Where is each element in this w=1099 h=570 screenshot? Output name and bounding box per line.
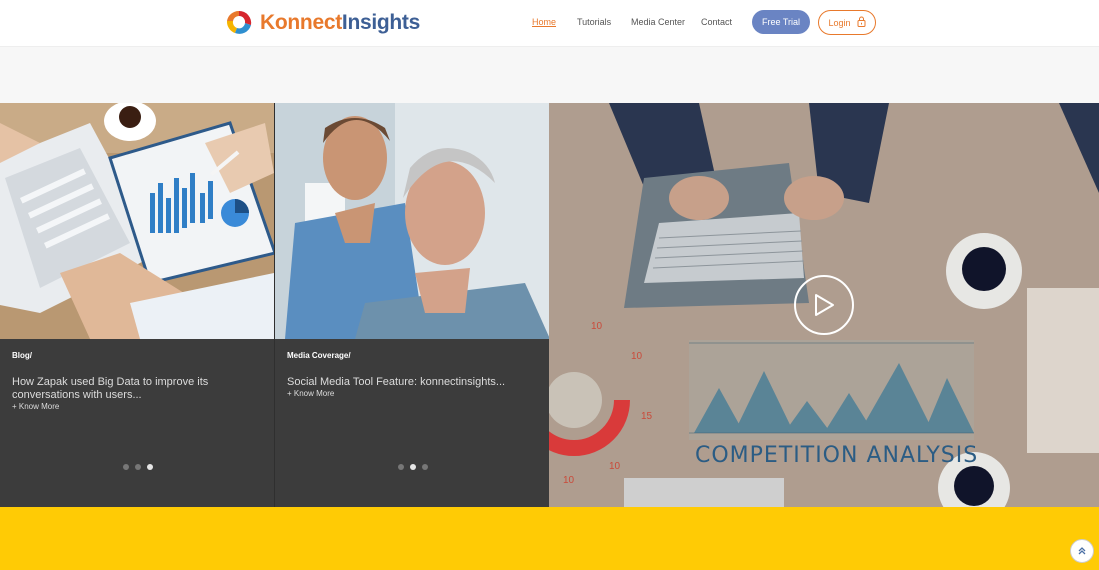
- nav-contact[interactable]: Contact: [701, 17, 732, 27]
- scroll-to-top-button[interactable]: [1070, 539, 1094, 563]
- card-title[interactable]: How Zapak used Big Data to improve its c…: [12, 376, 267, 402]
- brand-name-part2: Insights: [341, 11, 421, 34]
- brand-logo[interactable]: KonnectInsights: [222, 8, 420, 38]
- carousel-dot[interactable]: [398, 464, 404, 470]
- chart-number: 10: [591, 321, 603, 332]
- nav-tutorials[interactable]: Tutorials: [577, 17, 611, 27]
- card-image-coworkers: [275, 103, 550, 339]
- carousel-dot[interactable]: [422, 464, 428, 470]
- spacer-band: [0, 46, 1099, 103]
- login-label: Login: [828, 17, 851, 28]
- logo-mark-icon: [222, 9, 256, 37]
- play-button[interactable]: [794, 275, 854, 335]
- brand-name-part1: Konnect: [260, 11, 342, 34]
- carousel-dot-active[interactable]: [147, 464, 153, 470]
- news-card-blog: Blog/ How Zapak used Big Data to improve…: [0, 103, 274, 507]
- yellow-section: [0, 507, 1099, 570]
- video-caption: COMPETITION ANALYSIS: [695, 443, 979, 468]
- chart-number: 15: [641, 411, 653, 422]
- news-card-media-coverage: Media Coverage/ Social Media Tool Featur…: [274, 103, 550, 507]
- chart-number: 10: [609, 461, 621, 472]
- know-more-link[interactable]: + Know More: [12, 402, 59, 411]
- carousel-dot[interactable]: [123, 464, 129, 470]
- card-category: Blog/: [12, 351, 32, 360]
- video-player-competition-analysis[interactable]: 10 10 15 10 10 COMPETITION ANALYSIS: [549, 103, 1099, 507]
- card-title[interactable]: Social Media Tool Feature: konnectinsigh…: [287, 376, 542, 389]
- card-category: Media Coverage/: [287, 351, 351, 360]
- carousel-dots: [398, 464, 428, 470]
- site-header: KonnectInsights Home Tutorials Media Cen…: [0, 0, 1099, 46]
- nav-media-center[interactable]: Media Center: [631, 17, 685, 27]
- nav-home[interactable]: Home: [532, 17, 556, 27]
- carousel-dot[interactable]: [135, 464, 141, 470]
- login-button[interactable]: Login: [818, 10, 876, 35]
- free-trial-button[interactable]: Free Trial: [752, 10, 810, 34]
- chart-number: 10: [563, 475, 575, 486]
- chart-number: 10: [631, 351, 643, 362]
- know-more-link[interactable]: + Know More: [287, 389, 334, 398]
- brand-name: KonnectInsights: [260, 11, 420, 35]
- card-image-analytics: [0, 103, 274, 339]
- lock-icon: [857, 16, 866, 29]
- carousel-dots: [123, 464, 153, 470]
- carousel-dot-active[interactable]: [410, 464, 416, 470]
- play-icon: [815, 294, 834, 316]
- chevron-up-icon: [1078, 547, 1086, 555]
